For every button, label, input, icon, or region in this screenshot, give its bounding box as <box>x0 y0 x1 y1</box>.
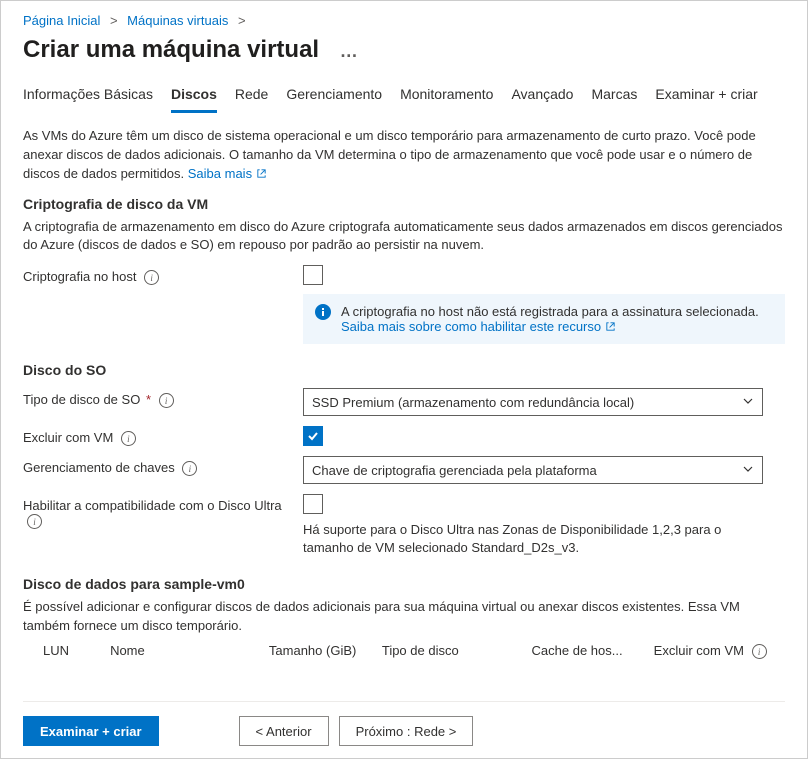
col-delete: Excluir com VM i <box>654 643 785 659</box>
intro-text: As VMs do Azure têm um disco de sistema … <box>23 127 785 184</box>
page-title: Criar uma máquina virtual … <box>23 36 785 64</box>
tab-monitoring[interactable]: Monitoramento <box>400 82 493 113</box>
intro-learn-more-label: Saiba mais <box>188 166 252 181</box>
notice-link[interactable]: Saiba mais sobre como habilitar este rec… <box>341 319 616 334</box>
info-solid-icon <box>315 304 331 323</box>
row-ultra-disk: Habilitar a compatibilidade com o Disco … <box>23 494 785 557</box>
notice-link-label: Saiba mais sobre como habilitar este rec… <box>341 319 601 334</box>
chevron-right-icon: > <box>104 13 124 28</box>
label-os-disk-type: Tipo de disco de SO * i <box>23 388 303 408</box>
tab-basics[interactable]: Informações Básicas <box>23 82 153 113</box>
col-type: Tipo de disco <box>382 643 532 659</box>
data-disk-table-header: LUN Nome Tamanho (GiB) Tipo de disco Cac… <box>23 643 785 659</box>
col-name: Nome <box>110 643 269 659</box>
data-disk-desc: É possível adicionar e configurar discos… <box>23 598 785 636</box>
select-os-disk-type-value: SSD Premium (armazenamento com redundânc… <box>312 395 634 410</box>
tab-review[interactable]: Examinar + criar <box>655 82 757 113</box>
info-icon[interactable]: i <box>144 270 159 285</box>
select-key-management-value: Chave de criptografia gerenciada pela pl… <box>312 463 597 478</box>
encryption-desc: A criptografia de armazenamento em disco… <box>23 218 785 256</box>
info-icon[interactable]: i <box>159 393 174 408</box>
select-os-disk-type[interactable]: SSD Premium (armazenamento com redundânc… <box>303 388 763 416</box>
label-delete-with-vm-text: Excluir com VM <box>23 430 113 445</box>
chevron-down-icon <box>742 395 754 410</box>
row-key-management: Gerenciamento de chaves i Chave de cript… <box>23 456 785 484</box>
label-ultra-disk: Habilitar a compatibilidade com o Disco … <box>23 494 303 529</box>
intro-text-span: As VMs do Azure têm um disco de sistema … <box>23 128 756 181</box>
info-icon[interactable]: i <box>121 431 136 446</box>
section-data-disk-heading: Disco de dados para sample-vm0 <box>23 576 785 592</box>
breadcrumb: Página Inicial > Máquinas virtuais > <box>23 13 785 28</box>
ultra-disk-note: Há suporte para o Disco Ultra nas Zonas … <box>303 521 763 557</box>
info-icon[interactable]: i <box>752 644 767 659</box>
col-cache: Cache de hos... <box>532 643 654 659</box>
info-icon[interactable]: i <box>27 514 42 529</box>
chevron-down-icon <box>742 463 754 478</box>
label-ultra-disk-text: Habilitar a compatibilidade com o Disco … <box>23 498 282 513</box>
label-key-management-text: Gerenciamento de chaves <box>23 460 175 475</box>
label-host-encryption-text: Criptografia no host <box>23 269 136 284</box>
label-delete-with-vm: Excluir com VM i <box>23 426 303 446</box>
tab-tags[interactable]: Marcas <box>591 82 637 113</box>
select-key-management[interactable]: Chave de criptografia gerenciada pela pl… <box>303 456 763 484</box>
breadcrumb-vms[interactable]: Máquinas virtuais <box>127 13 228 28</box>
col-lun: LUN <box>23 643 110 659</box>
page-title-text: Criar uma máquina virtual <box>23 36 319 63</box>
section-encryption-heading: Criptografia de disco da VM <box>23 196 785 212</box>
label-os-disk-type-text: Tipo de disco de SO <box>23 392 140 407</box>
tab-disks[interactable]: Discos <box>171 82 217 113</box>
required-asterisk: * <box>146 392 151 407</box>
row-host-encryption: Criptografia no host i A criptografia no… <box>23 265 785 344</box>
col-delete-text: Excluir com VM <box>654 643 744 658</box>
col-size: Tamanho (GiB) <box>269 643 382 659</box>
tabs: Informações Básicas Discos Rede Gerencia… <box>23 82 785 113</box>
notice-text: A criptografia no host não está registra… <box>341 304 759 319</box>
external-link-icon <box>256 166 267 181</box>
checkbox-host-encryption[interactable] <box>303 265 323 285</box>
previous-button[interactable]: < Anterior <box>239 716 329 746</box>
label-key-management: Gerenciamento de chaves i <box>23 456 303 476</box>
intro-learn-more-link[interactable]: Saiba mais <box>188 166 267 181</box>
checkbox-delete-with-vm[interactable] <box>303 426 323 446</box>
review-create-button[interactable]: Examinar + criar <box>23 716 159 746</box>
breadcrumb-home[interactable]: Página Inicial <box>23 13 100 28</box>
content: As VMs do Azure têm um disco de sistema … <box>23 127 785 701</box>
external-link-icon <box>605 319 616 334</box>
next-button[interactable]: Próximo : Rede > <box>339 716 474 746</box>
info-icon[interactable]: i <box>182 461 197 476</box>
ellipsis-icon[interactable]: … <box>326 41 360 61</box>
footer: Examinar + criar < Anterior Próximo : Re… <box>23 701 785 746</box>
label-host-encryption: Criptografia no host i <box>23 265 303 285</box>
checkbox-ultra-disk[interactable] <box>303 494 323 514</box>
tab-management[interactable]: Gerenciamento <box>286 82 382 113</box>
notice-host-encryption: A criptografia no host não está registra… <box>303 294 785 344</box>
tab-networking[interactable]: Rede <box>235 82 268 113</box>
row-os-disk-type: Tipo de disco de SO * i SSD Premium (arm… <box>23 388 785 416</box>
row-delete-with-vm: Excluir com VM i <box>23 426 785 446</box>
tab-advanced[interactable]: Avançado <box>511 82 573 113</box>
section-os-disk-heading: Disco do SO <box>23 362 785 378</box>
chevron-right-icon: > <box>232 13 252 28</box>
